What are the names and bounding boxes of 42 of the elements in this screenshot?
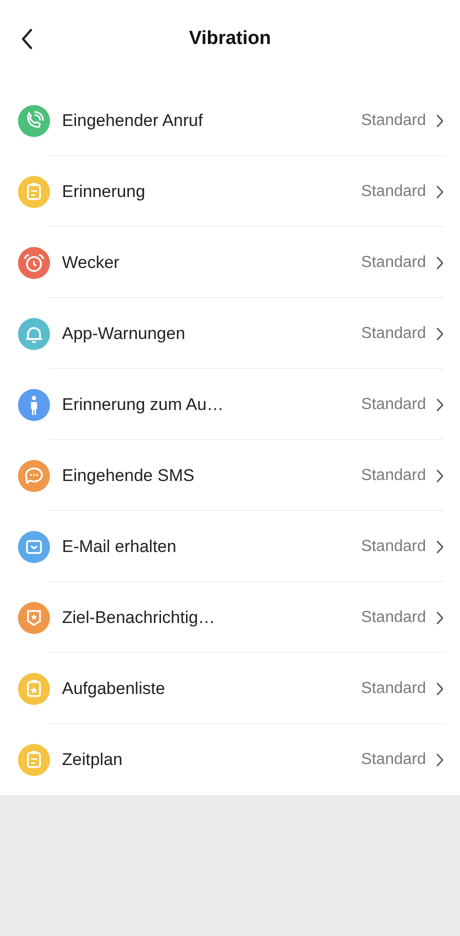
row-label: E-Mail erhalten xyxy=(62,537,178,557)
chevron-right-icon xyxy=(436,398,444,412)
chevron-right-icon xyxy=(436,469,444,483)
setting-row[interactable]: Eingehende SMS Standard xyxy=(0,441,460,511)
row-label: Zeitplan xyxy=(62,750,124,770)
chevron-right-icon xyxy=(436,682,444,696)
setting-row[interactable]: Erinnerung Standard xyxy=(0,157,460,227)
row-value: Standard xyxy=(361,396,426,414)
setting-row[interactable]: App-Warnungen Standard xyxy=(0,299,460,369)
row-value: Standard xyxy=(361,112,426,130)
row-label: Wecker xyxy=(62,253,120,273)
chevron-right-icon xyxy=(436,540,444,554)
row-value: Standard xyxy=(361,325,426,343)
row-label: Erinnerung xyxy=(62,182,146,202)
row-label: Ziel-Benachrichtig… xyxy=(62,608,216,628)
setting-row[interactable]: Wecker Standard xyxy=(0,228,460,298)
row-value: Standard xyxy=(361,538,426,556)
row-value: Standard xyxy=(361,467,426,485)
setting-row[interactable]: Ziel-Benachrichtig… Standard xyxy=(0,583,460,653)
row-label: App-Warnungen xyxy=(62,324,186,344)
screen-title: Vibration xyxy=(189,28,271,50)
chevron-right-icon xyxy=(436,611,444,625)
chevron-right-icon xyxy=(436,327,444,341)
chevron-right-icon xyxy=(436,256,444,270)
setting-row[interactable]: Aufgabenliste Standard xyxy=(0,654,460,724)
row-value: Standard xyxy=(361,751,426,769)
row-value: Standard xyxy=(361,680,426,698)
back-icon xyxy=(21,28,33,50)
setting-row[interactable]: Zeitplan Standard xyxy=(0,725,460,795)
row-label: Eingehende SMS xyxy=(62,466,196,486)
row-value: Standard xyxy=(361,183,426,201)
row-label: Aufgabenliste xyxy=(62,679,166,699)
setting-row[interactable]: Eingehender Anruf Standard xyxy=(0,86,460,156)
chevron-right-icon xyxy=(436,753,444,767)
chevron-right-icon xyxy=(436,114,444,128)
row-value: Standard xyxy=(361,254,426,272)
setting-row[interactable]: E-Mail erhalten Standard xyxy=(0,512,460,582)
row-label: Erinnerung zum Au… xyxy=(62,395,225,415)
row-value: Standard xyxy=(361,609,426,627)
row-label: Eingehender Anruf xyxy=(62,111,204,131)
setting-row[interactable]: Erinnerung zum Au… Standard xyxy=(0,370,460,440)
chevron-right-icon xyxy=(436,185,444,199)
